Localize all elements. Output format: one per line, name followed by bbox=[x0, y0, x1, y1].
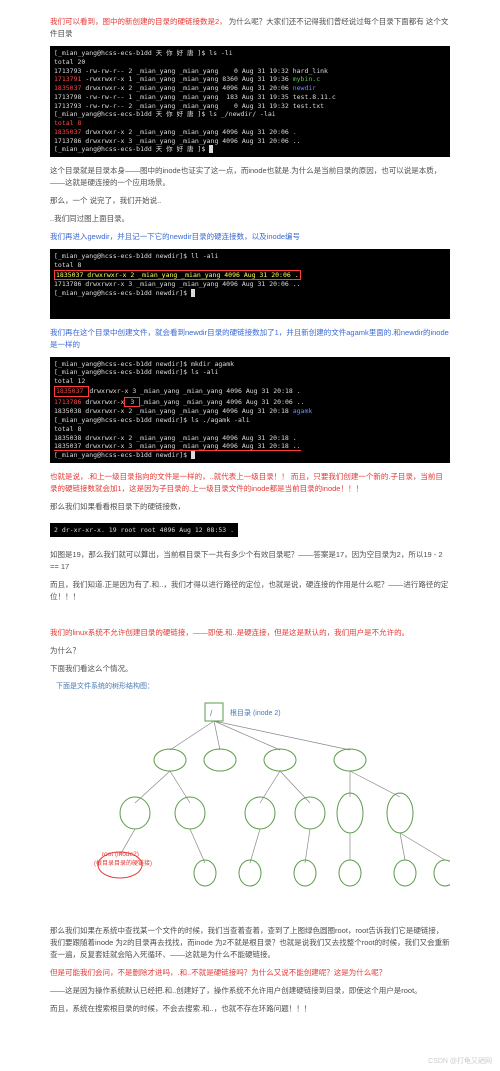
para-1c: ..我们同过图上面目录。 bbox=[50, 213, 450, 225]
terminal-2: [_mian_yang@hcss-ecs-b1dd newdir]$ ll -a… bbox=[50, 249, 450, 318]
para-5a: 那么我们如果在系统中查找某一个文件的时候，我们当查着查着，查到了上图绿色圆圈ro… bbox=[50, 925, 450, 961]
tree-title: 下面是文件系统的树形结构图： bbox=[56, 681, 450, 692]
svg-text:root (inode2): root (inode2) bbox=[102, 851, 139, 858]
para-3a: 如图是19，那么我们就可以算出，当前根目录下一共有多少个有效目录呢？——答案是1… bbox=[50, 549, 450, 573]
tree-diagram: / 根目录 (inode 2) root (inode2) bbox=[50, 695, 450, 915]
para-2b: 那么我们如果看看根目录下的硬链接数， bbox=[50, 501, 450, 513]
blue-note-1: 我们再进入gewdir，并且记一下它的newdir目录的硬连接数，以及inode… bbox=[50, 231, 450, 243]
svg-text:/: / bbox=[210, 709, 213, 718]
svg-text:根目录 (inode 2): 根目录 (inode 2) bbox=[230, 708, 281, 717]
single-row-snippet: 2 dr-xr-xr-x. 19 root root 4096 Aug 12 0… bbox=[50, 523, 238, 537]
para-5c: ——这是因为操作系统默认已经把.和..创建好了，操作系统不允许用户创建硬链接到目… bbox=[50, 985, 450, 997]
csdn-watermark: CSDN @打龟又硒网 bbox=[428, 1056, 492, 1067]
para-1b: 那么，一个 说完了，我们开始说.. bbox=[50, 195, 450, 207]
svg-text:(根目录目录的硬链接): (根目录目录的硬链接) bbox=[94, 859, 152, 867]
intro: 我们可以看到，图中的新创建的目录的硬链接数是2， 为什么呢？大家们还不记得我们曾… bbox=[50, 16, 450, 40]
para-4c: 下面我们看这么个情况。 bbox=[50, 663, 450, 675]
para-1a: 这个目录就是目录本身——图中的inode也证实了这一点，而inode也就是.为什… bbox=[50, 165, 450, 189]
para-3b: 而且，我们知道.正是因为有了.和..，我们才得以进行路径的定位，也就是说，硬连接… bbox=[50, 579, 450, 603]
para-5d: 而且，系统在搜索根目录的时候，不会去搜索.和..，也就不存在环路问题！！！ bbox=[50, 1003, 450, 1015]
para-4a: 我们的linux系统不允许创建目录的硬链接，——即使.和..是硬连接，但是这是默… bbox=[50, 627, 450, 639]
terminal-1: [_mian_yang@hcss-ecs-b1dd 天 你 好 唐 ]$ ls … bbox=[50, 46, 450, 157]
article-body: 我们可以看到，图中的新创建的目录的硬链接数是2， 为什么呢？大家们还不记得我们曾… bbox=[0, 0, 500, 1041]
para-2a: 也就是说，.和上一级目录指向的文件是一样的，..就代表上一级目录！！ 而且，只要… bbox=[50, 471, 450, 495]
para-4b: 为什么？ bbox=[50, 645, 450, 657]
terminal-3: [_mian_yang@hcss-ecs-b1dd newdir]$ mkdir… bbox=[50, 357, 450, 463]
intro-highlight: 我们可以看到，图中的新创建的目录的硬链接数是2， bbox=[50, 17, 227, 26]
blue-note-2: 我们再在这个目录中创建文件，就会看到newdir目录的硬链接数加了1，并且新创建… bbox=[50, 327, 450, 351]
para-5b: 但是可能我们会问，不是删除才进吗，.和..不就是硬链接吗？为什么又说不能创建呢？… bbox=[50, 967, 450, 979]
